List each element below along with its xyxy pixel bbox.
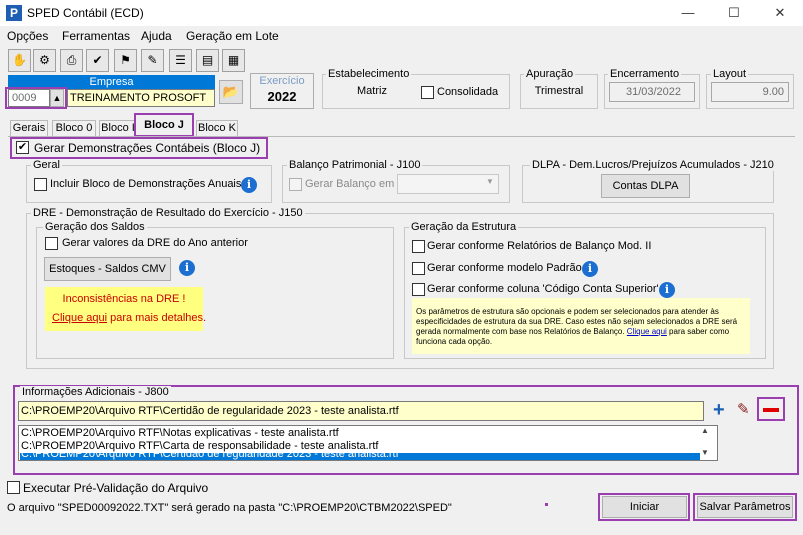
salvar-button[interactable]: Salvar Parâmetros (697, 496, 793, 518)
close-button[interactable]: ✕ (757, 0, 803, 26)
info-icon[interactable]: i (241, 177, 257, 193)
gerar-dem-label: Gerar Demonstrações Contábeis (Bloco J) (34, 141, 261, 155)
empresa-code-field[interactable]: 0009 (8, 89, 50, 107)
menu-ferramentas[interactable]: Ferramentas (62, 29, 130, 43)
menu-ajuda[interactable]: Ajuda (141, 29, 172, 43)
window-title: SPED Contábil (ECD) (27, 6, 144, 20)
gerar-dem-checkbox[interactable]: ✔ (16, 141, 29, 154)
edit-icon[interactable]: ✎ (737, 400, 750, 420)
status-text: O arquivo "SPED00092022.TXT" será gerado… (7, 502, 452, 514)
geracao-estrutura-title: Geração da Estrutura (409, 221, 519, 233)
estoques-button[interactable]: Estoques - Saldos CMV (44, 257, 171, 281)
toolbar-list-icon[interactable]: ☰ (169, 49, 192, 72)
note-link[interactable]: Clique aqui (627, 327, 667, 336)
tab-bloco-j[interactable]: Bloco J (134, 113, 194, 137)
detalhes-text: Clique aqui para mais detalhes. (52, 312, 206, 324)
inconsistencias-label: Inconsistências na DRE ! (62, 293, 186, 305)
layout-field: 9.00 (711, 82, 789, 102)
tab-bloco-i[interactable]: Bloco I (99, 120, 137, 136)
balanco-title: Balanço Patrimonial - J100 (287, 159, 423, 171)
encerramento-label: Encerramento (608, 68, 682, 80)
contas-dlpa-button[interactable]: Contas DLPA (601, 174, 690, 198)
tab-bloco-k[interactable]: Bloco K (196, 120, 238, 136)
gerar-balanco-checkbox[interactable] (289, 178, 302, 191)
apuracao-label: Apuração (524, 68, 576, 80)
toolbar-report-icon[interactable]: ▤ (196, 49, 219, 72)
incluir-bloco-label: Incluir Bloco de Demonstrações Anuais (50, 178, 242, 190)
list-item[interactable]: C:\PROEMP20\Arquivo RTF\Notas explicativ… (21, 427, 339, 439)
opt3-label: Gerar conforme coluna 'Código Conta Supe… (427, 283, 659, 295)
opt3-checkbox[interactable] (412, 283, 425, 296)
toolbar-print-icon[interactable]: ⎙ (60, 49, 83, 72)
mais-detalhes-label: para mais detalhes. (107, 312, 207, 324)
add-icon[interactable]: + (713, 400, 725, 420)
note-box: Os parâmetros de estrutura são opcionais… (412, 298, 750, 354)
estabelecimento-value: Matriz (357, 85, 387, 97)
opt2-checkbox[interactable] (412, 262, 425, 275)
toolbar-edit-icon[interactable]: ✎ (141, 49, 164, 72)
toolbar-check-icon[interactable]: ✔ (86, 49, 109, 72)
info-adic-title: Informações Adicionais - J800 (20, 386, 171, 398)
opt1-checkbox[interactable] (412, 240, 425, 253)
empresa-name-field[interactable]: TREINAMENTO PROSOFT (67, 89, 215, 107)
incluir-bloco-checkbox[interactable] (34, 178, 47, 191)
estabelecimento-label: Estabelecimento (326, 68, 412, 80)
app-icon: P (6, 5, 22, 21)
toolbar-hand-icon[interactable]: ✋ (8, 49, 31, 72)
list-item[interactable]: C:\PROEMP20\Arquivo RTF\Carta de respons… (21, 440, 378, 452)
toolbar-tools-icon[interactable]: ⚙ (33, 49, 56, 72)
scroll-down-icon[interactable]: ▼ (701, 448, 709, 457)
menu-opcoes[interactable]: Opções (7, 29, 48, 43)
menu-geracao-lote[interactable]: Geração em Lote (186, 29, 279, 43)
dlpa-title: DLPA - Dem.Lucros/Prejuízos Acumulados -… (530, 159, 776, 171)
pre-validacao-label: Executar Pré-Validação do Arquivo (23, 481, 209, 495)
info-icon[interactable]: i (582, 261, 598, 277)
remove-icon[interactable] (763, 408, 779, 412)
layout-label: Layout (711, 68, 749, 80)
iniciar-button[interactable]: Iniciar (602, 496, 687, 518)
chevron-down-icon: ▼ (486, 177, 494, 186)
gerar-valores-label: Gerar valores da DRE do Ano anterior (62, 237, 248, 249)
dre-title: DRE - Demonstração de Resultado do Exerc… (31, 207, 305, 219)
opt2-label: Gerar conforme modelo Padrão (427, 262, 582, 274)
scroll-up-icon[interactable]: ▲ (701, 426, 709, 435)
geral-title: Geral (31, 159, 62, 171)
tab-bloco-0[interactable]: Bloco 0 (52, 120, 96, 136)
pre-validacao-checkbox[interactable] (7, 481, 20, 494)
minimize-button[interactable]: — (665, 0, 711, 26)
toolbar-export-icon[interactable]: ▦ (222, 49, 245, 72)
info-icon[interactable]: i (179, 260, 195, 276)
apuracao-value: Trimestral (534, 85, 584, 97)
list-item-selected[interactable]: C:\PROEMP20\Arquivo RTF\Certidão de regu… (20, 453, 700, 460)
info-icon[interactable]: i (659, 282, 675, 298)
maximize-button[interactable]: ☐ (711, 0, 757, 26)
encerramento-field: 31/03/2022 (609, 82, 695, 102)
gerar-balanco-label: Gerar Balanço em (305, 178, 395, 190)
balanco-select[interactable] (397, 174, 499, 194)
tab-gerais[interactable]: Gerais (10, 120, 48, 136)
empresa-spin-icon[interactable]: ▲ (50, 89, 64, 107)
consolidada-label: Consolidada (437, 86, 499, 98)
info-adic-current-field[interactable]: C:\PROEMP20\Arquivo RTF\Certidão de regu… (18, 401, 704, 421)
consolidada-checkbox[interactable] (421, 86, 434, 99)
open-folder-button[interactable]: 📂 (219, 80, 243, 104)
exercicio-label: Exercício (259, 75, 305, 87)
gerar-valores-checkbox[interactable] (45, 237, 58, 250)
exercicio-value: 2022 (267, 89, 297, 104)
clique-aqui-link[interactable]: Clique aqui (52, 312, 107, 324)
marker-dot (545, 503, 548, 506)
geracao-saldos-title: Geração dos Saldos (43, 221, 147, 233)
opt1-label: Gerar conforme Relatórios de Balanço Mod… (427, 240, 652, 252)
toolbar-validate-icon[interactable]: ⚑ (114, 49, 137, 72)
